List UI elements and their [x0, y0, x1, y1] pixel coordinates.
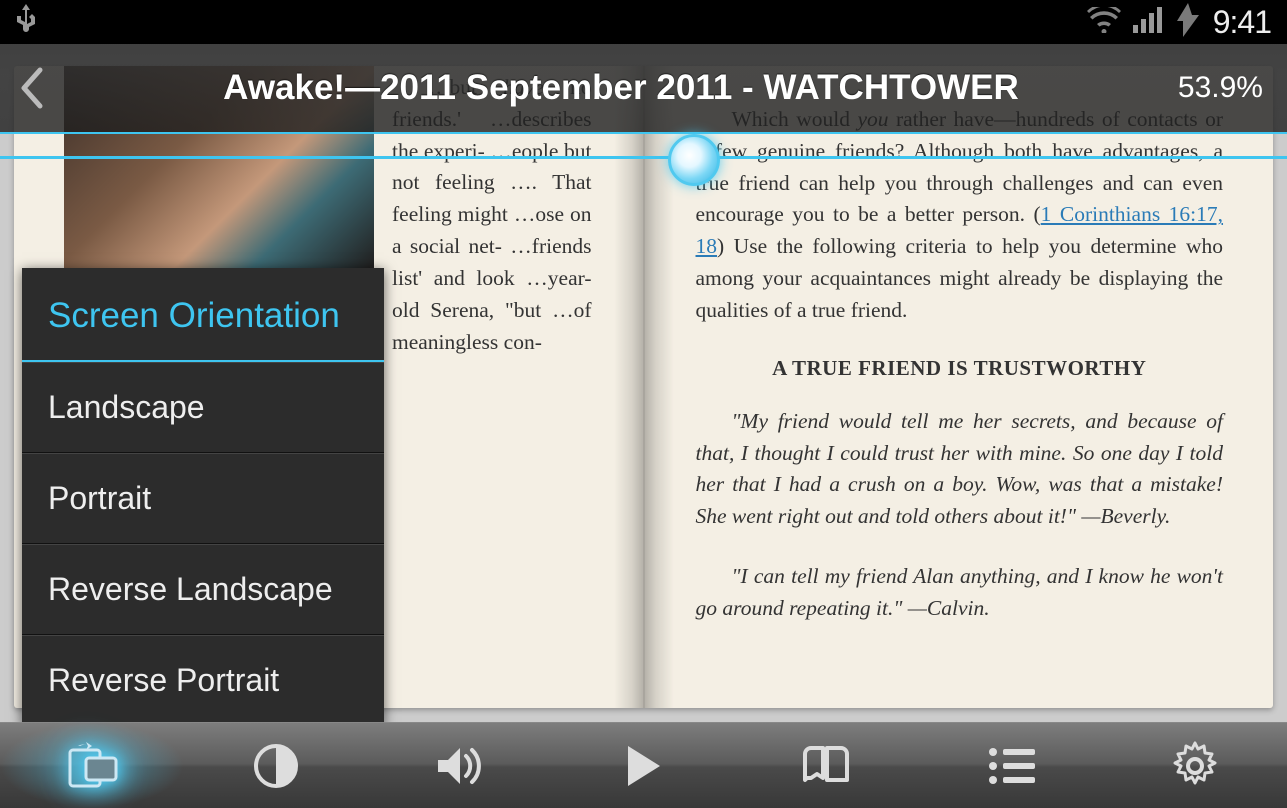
quote-calvin: "I can tell my friend Alan anything, and… [696, 561, 1224, 625]
page-title: Awake!—2011 September 2011 - WATCHTOWER [64, 68, 1178, 108]
reader-header: Awake!—2011 September 2011 - WATCHTOWER … [0, 44, 1287, 134]
status-time: 9:41 [1213, 4, 1271, 41]
settings-button[interactable] [1103, 723, 1287, 808]
popup-item-portrait[interactable]: Portrait [22, 453, 384, 544]
popup-item-reverse-landscape[interactable]: Reverse Landscape [22, 544, 384, 635]
signal-icon [1133, 7, 1163, 38]
progress-slider-track[interactable] [0, 156, 1287, 159]
wifi-icon [1087, 7, 1121, 38]
bookmarks-button[interactable] [735, 723, 919, 808]
popup-title: Screen Orientation [22, 268, 384, 362]
page-right[interactable]: Which would you rather have—hundreds of … [636, 66, 1274, 708]
progress-percent: 53.9% [1178, 71, 1287, 105]
play-button[interactable] [552, 723, 736, 808]
progress-slider-thumb[interactable] [668, 134, 720, 186]
status-bar: 9:41 [0, 0, 1287, 44]
contents-button[interactable] [919, 723, 1103, 808]
popup-item-landscape[interactable]: Landscape [22, 362, 384, 453]
volume-button[interactable] [368, 723, 552, 808]
bottom-toolbar [0, 722, 1287, 808]
right-paragraph-1: Which would you rather have—hundreds of … [696, 104, 1224, 327]
section-heading: A TRUE FRIEND IS TRUSTWORTHY [696, 353, 1224, 384]
brightness-button[interactable] [184, 723, 368, 808]
back-button[interactable] [0, 44, 64, 132]
popup-item-reverse-portrait[interactable]: Reverse Portrait [22, 635, 384, 726]
battery-icon [1175, 3, 1201, 42]
orientation-popup: Screen Orientation Landscape Portrait Re… [22, 268, 384, 726]
orientation-button[interactable] [0, 723, 184, 808]
usb-icon [16, 4, 36, 41]
quote-beverly: "My friend would tell me her secrets, an… [696, 406, 1224, 533]
